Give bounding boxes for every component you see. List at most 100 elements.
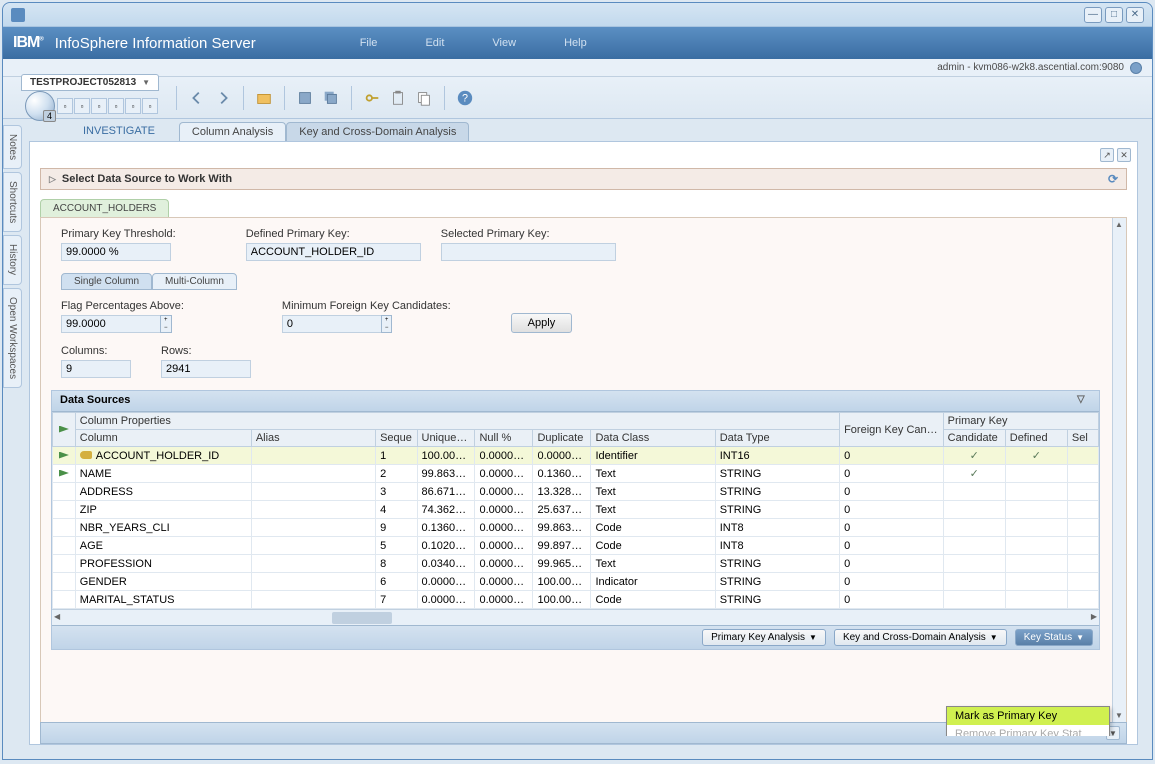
tab-multi-column[interactable]: Multi-Column [152,273,237,290]
back-icon[interactable] [185,86,209,110]
min-fk-input[interactable] [282,315,382,333]
app-window: — □ ✕ IBM® InfoSphere Information Server… [2,2,1153,760]
menu-file[interactable]: File [336,33,402,53]
menu-edit[interactable]: Edit [401,33,468,53]
save-all-icon[interactable] [319,86,343,110]
user-label: admin - kvm086-w2k8.ascential.com:9080 [937,62,1124,73]
apply-button[interactable]: Apply [511,313,573,333]
rows-input [161,360,251,378]
datasource-tab[interactable]: ACCOUNT_HOLDERS [40,199,169,217]
window-controls: — □ ✕ [1084,7,1144,23]
filter-icon[interactable]: ▽ [1077,394,1091,408]
th-flag[interactable] [53,413,76,447]
pk-threshold-input[interactable] [61,243,171,261]
table-row[interactable]: AGE50.10200610.000000099.897993CodeINT80 [53,537,1099,555]
table-row[interactable]: PROFESSION80.03400200.000000099.965997Te… [53,555,1099,573]
th-fk[interactable]: Foreign Key Candid [840,413,944,447]
refresh-icon[interactable]: ⟳ [1108,172,1118,186]
mini-btn-3[interactable]: ▫ [91,98,107,114]
minimize-button[interactable]: — [1084,7,1102,23]
table-row[interactable]: MARITAL_STATUS70.00000000.0000000100.000… [53,591,1099,609]
maximize-button[interactable]: □ [1105,7,1123,23]
section-header[interactable]: ▷ Select Data Source to Work With ⟳ [40,168,1127,190]
th-sel[interactable]: Sel [1067,430,1098,447]
th-cand[interactable]: Candidate [943,430,1005,447]
scroll-thumb[interactable] [332,612,392,624]
tab-column-analysis[interactable]: Column Analysis [179,122,286,141]
th-column[interactable]: Column [75,430,251,447]
save-icon[interactable] [293,86,317,110]
forward-icon[interactable] [211,86,235,110]
toolbar-icons: ? [170,86,477,110]
ibm-logo: IBM® [13,34,43,52]
menu-help[interactable]: Help [540,33,611,53]
key-icon[interactable] [360,86,384,110]
th-seq[interactable]: Seque [376,430,417,447]
min-fk-stepper: +− [282,315,451,333]
th-dtype[interactable]: Data Type [715,430,839,447]
orb-button[interactable]: 4 [25,91,55,121]
copy-icon[interactable] [412,86,436,110]
side-tab-notes[interactable]: Notes [3,125,22,169]
primary-key-analysis-button[interactable]: Primary Key Analysis▼ [702,629,826,646]
step-up[interactable]: + [161,316,171,324]
tab-key-cross-domain[interactable]: Key and Cross-Domain Analysis [286,122,469,141]
table-row[interactable]: ACCOUNT_HOLDER_ID1100.000000.00000000.00… [53,447,1099,465]
flag-above-label: Flag Percentages Above: [61,300,184,312]
separator [243,86,244,110]
table-row[interactable]: GENDER60.00000000.0000000100.00000Indica… [53,573,1099,591]
columns-label: Columns: [61,345,131,357]
mini-btn-4[interactable]: ▫ [108,98,124,114]
side-tab-history[interactable]: History [3,235,22,284]
th-def[interactable]: Defined [1005,430,1067,447]
user-bar: admin - kvm086-w2k8.ascential.com:9080 [3,59,1152,77]
th-group-column-props: Column Properties [75,413,839,430]
separator [351,86,352,110]
expand-icon[interactable]: ▷ [49,174,56,185]
key-status-button[interactable]: Key Status▼ [1015,629,1093,646]
step-up[interactable]: + [382,316,392,324]
mini-btn-5[interactable]: ▫ [125,98,141,114]
flag-above-input[interactable] [61,315,161,333]
step-down[interactable]: − [161,324,171,332]
defined-pk-input[interactable] [246,243,421,261]
step-down[interactable]: − [382,324,392,332]
table-row[interactable]: NAME299.8639910.00000000.1360081TextSTRI… [53,465,1099,483]
table-row[interactable]: ADDRESS386.6712000.000000013.328799TextS… [53,483,1099,501]
globe-icon[interactable] [1130,62,1142,74]
panel-header: ↗ ✕ [30,142,1137,168]
menu-mark-primary-key[interactable]: Mark as Primary Key [947,707,1109,725]
side-tab-workspaces[interactable]: Open Workspaces [3,288,22,388]
th-uniq[interactable]: Uniquene: [417,430,475,447]
titlebar[interactable]: — □ ✕ [3,3,1152,27]
th-dclass[interactable]: Data Class [591,430,715,447]
tab-single-column[interactable]: Single Column [61,273,152,290]
project-dropdown-icon[interactable]: ▼ [142,78,150,87]
defined-pk-label: Defined Primary Key: [246,228,421,240]
key-cross-domain-button[interactable]: Key and Cross-Domain Analysis▼ [834,629,1007,646]
mini-btn-1[interactable]: ▫ [57,98,73,114]
open-icon[interactable] [252,86,276,110]
grid-title-bar: Data Sources ▽ [52,391,1099,412]
close-panel-icon[interactable]: ✕ [1117,148,1131,162]
subnav: INVESTIGATE Column Analysis Key and Cros… [3,119,1152,141]
mini-btn-2[interactable]: ▫ [74,98,90,114]
separator [444,86,445,110]
flag-above-stepper: +− [61,315,184,333]
external-icon[interactable]: ↗ [1100,148,1114,162]
selected-pk-input[interactable] [441,243,616,261]
menu-view[interactable]: View [468,33,540,53]
close-button[interactable]: ✕ [1126,7,1144,23]
side-tab-shortcuts[interactable]: Shortcuts [3,172,22,232]
table-row[interactable]: ZIP474.3624610.000000025.637538TextSTRIN… [53,501,1099,519]
clipboard-icon[interactable] [386,86,410,110]
project-tab[interactable]: TESTPROJECT052813 ▼ [21,74,159,91]
th-alias[interactable]: Alias [251,430,375,447]
help-icon[interactable]: ? [453,86,477,110]
mini-btn-6[interactable]: ▫ [142,98,158,114]
th-null[interactable]: Null % [475,430,533,447]
vertical-scrollbar[interactable] [1112,218,1126,722]
th-dup[interactable]: Duplicate [533,430,591,447]
horizontal-scrollbar[interactable] [52,609,1099,625]
table-row[interactable]: NBR_YEARS_CLI90.13600810.000000099.86399… [53,519,1099,537]
